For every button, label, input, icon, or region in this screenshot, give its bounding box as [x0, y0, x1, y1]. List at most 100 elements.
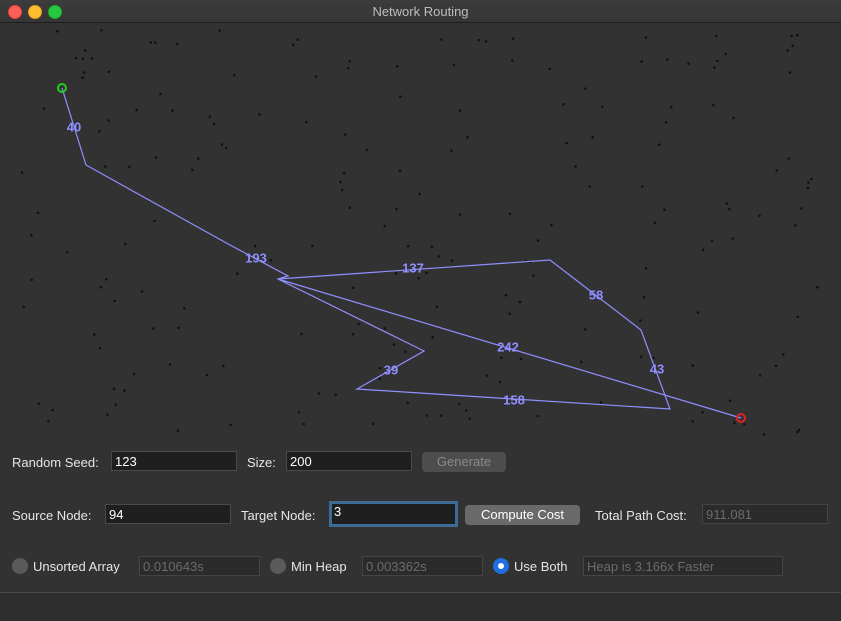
graph-node [398, 169, 402, 172]
graph-node [743, 423, 746, 426]
graph-node [51, 408, 54, 412]
target-node-input[interactable]: 3 [329, 501, 458, 527]
total-path-cost-field: 911.081 [702, 504, 828, 524]
graph-node [365, 148, 369, 152]
graph-node [774, 364, 778, 368]
graph-node [644, 36, 648, 39]
graph-node [302, 422, 305, 426]
graph-node [504, 293, 508, 297]
graph-node [701, 411, 704, 414]
source-node-label: Source Node: [12, 508, 92, 523]
graph-node [477, 38, 481, 42]
graph-node [153, 219, 156, 223]
comparison-result-field: Heap is 3.166x Faster [583, 556, 783, 576]
graph-node [74, 56, 78, 60]
compute-cost-button[interactable]: Compute Cost [465, 505, 580, 525]
graph-node [728, 399, 732, 403]
edge-weight-label: 43 [650, 361, 664, 376]
graph-node [151, 327, 155, 330]
graph-node [104, 165, 107, 168]
size-label: Size: [247, 455, 276, 470]
unsorted-array-radio[interactable] [12, 558, 28, 574]
path-line [61, 87, 742, 419]
graph-node [98, 346, 102, 350]
graph-node [222, 364, 225, 368]
graph-node [511, 37, 515, 40]
network-graph-canvas[interactable]: 40 193 137 58 43 242 39 158 [0, 23, 841, 443]
graph-node [691, 419, 694, 423]
min-heap-label[interactable]: Min Heap [291, 559, 347, 574]
graph-node [404, 350, 407, 354]
graph-node [806, 186, 810, 190]
graph-node [105, 278, 108, 281]
graph-node [314, 75, 318, 78]
graph-node [82, 71, 86, 74]
graph-node [639, 319, 642, 322]
edge-weight-label: 137 [402, 260, 424, 275]
graph-node [485, 374, 489, 377]
graph-node [562, 102, 565, 106]
graph-node [107, 119, 110, 122]
graph-node [99, 285, 103, 289]
graph-node [452, 63, 456, 67]
graph-node [399, 95, 402, 98]
shortest-path: 40 193 137 58 43 242 39 158 [61, 87, 742, 419]
graph-node [154, 156, 158, 159]
graph-node [190, 168, 194, 171]
random-seed-input[interactable]: 123 [111, 451, 237, 471]
generate-button[interactable]: Generate [422, 452, 506, 472]
title-bar: Network Routing [0, 0, 841, 23]
graph-node [731, 237, 735, 240]
graph-node [508, 312, 512, 316]
graph-node [758, 374, 762, 377]
graph-node [640, 60, 643, 63]
graph-node [253, 244, 257, 248]
graph-node [653, 221, 657, 224]
random-seed-label: Random Seed: [12, 455, 99, 470]
graph-node [334, 393, 338, 397]
graph-node [791, 44, 794, 47]
graph-node [98, 129, 101, 133]
graph-node [464, 409, 468, 412]
graph-node [663, 208, 666, 211]
size-input[interactable]: 200 [286, 451, 412, 471]
graph-node [591, 136, 594, 139]
graph-node [30, 234, 33, 237]
graph-node [457, 402, 461, 406]
graph-node [383, 327, 387, 330]
graph-nodes [20, 29, 819, 436]
edge-weight-label: 58 [589, 287, 603, 302]
graph-node [417, 277, 420, 280]
graph-node [425, 271, 428, 275]
graph-node [797, 428, 801, 432]
graph-node [425, 414, 429, 417]
edge-weight-label: 158 [503, 392, 525, 407]
graph-node [430, 245, 434, 249]
graph-node [439, 414, 443, 417]
graph-node [90, 57, 94, 60]
use-both-radio[interactable] [493, 558, 509, 574]
graph-node [510, 59, 514, 62]
graph-node [600, 105, 604, 109]
graph-node [340, 188, 344, 192]
graph-node [154, 41, 157, 44]
graph-node [342, 171, 346, 175]
graph-node [536, 239, 540, 242]
graph-node [440, 38, 443, 41]
graph-node [788, 71, 792, 74]
graph-node [710, 239, 714, 242]
unsorted-array-label[interactable]: Unsorted Array [33, 559, 120, 574]
use-both-label[interactable]: Use Both [514, 559, 567, 574]
graph-node [775, 169, 778, 172]
graph-node [123, 242, 127, 246]
graph-node [229, 423, 232, 427]
graph-node [790, 34, 793, 38]
graph-node [498, 380, 502, 384]
graph-node [712, 103, 715, 107]
graph-node [22, 305, 26, 309]
graph-node [458, 109, 462, 112]
min-heap-time-field: 0.003362s [362, 556, 483, 576]
graph-node [536, 414, 540, 418]
source-node-input[interactable]: 94 [105, 504, 231, 524]
min-heap-radio[interactable] [270, 558, 286, 574]
